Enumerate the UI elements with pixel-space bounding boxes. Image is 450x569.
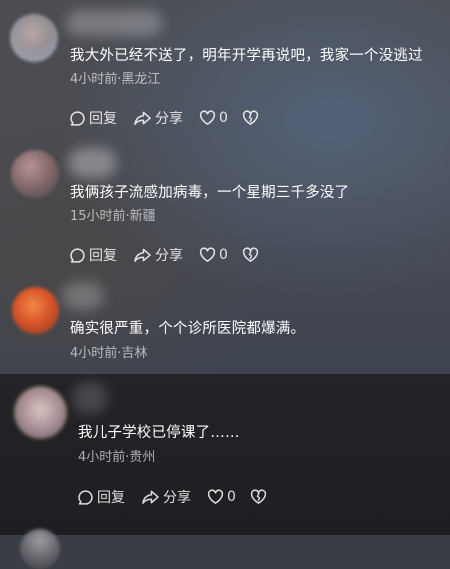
share-label: 分享 bbox=[163, 490, 191, 506]
username-blurred[interactable] bbox=[72, 382, 108, 414]
dislike-button[interactable] bbox=[242, 247, 259, 263]
comment-actions: 回复 分享 0 bbox=[69, 245, 275, 265]
like-count: 0 bbox=[219, 247, 228, 263]
reply-bubble-icon bbox=[70, 247, 85, 263]
like-count: 0 bbox=[227, 489, 236, 505]
comment-meta: 15小时前·新疆 bbox=[70, 209, 156, 224]
broken-heart-icon bbox=[242, 110, 259, 125]
reply-label: 回复 bbox=[89, 248, 117, 264]
reply-button[interactable]: 回复 bbox=[77, 487, 125, 507]
share-button[interactable]: 分享 bbox=[133, 245, 183, 265]
comment-text: 确实很严重，个个诊所医院都爆满。 bbox=[70, 321, 306, 337]
dislike-button[interactable] bbox=[242, 110, 259, 126]
reply-label: 回复 bbox=[89, 111, 117, 127]
share-arrow-icon bbox=[134, 111, 151, 125]
comment-meta: 4小时前·贵州 bbox=[78, 450, 156, 465]
heart-icon bbox=[199, 247, 216, 262]
share-button[interactable]: 分享 bbox=[141, 487, 191, 507]
reply-button[interactable]: 回复 bbox=[69, 245, 117, 265]
avatar[interactable] bbox=[15, 387, 66, 438]
share-label: 分享 bbox=[155, 111, 183, 127]
comments-background-dark bbox=[0, 374, 450, 535]
reply-label: 回复 bbox=[97, 490, 125, 506]
broken-heart-icon bbox=[242, 247, 259, 262]
broken-heart-icon bbox=[250, 489, 267, 504]
comment-text: 我儿子学校已停课了…… bbox=[78, 425, 240, 441]
heart-icon bbox=[207, 489, 224, 504]
share-arrow-icon bbox=[142, 490, 159, 504]
avatar[interactable] bbox=[10, 14, 58, 62]
dislike-button[interactable] bbox=[250, 489, 267, 505]
reply-button[interactable]: 回复 bbox=[69, 108, 117, 128]
like-button[interactable]: 0 bbox=[199, 110, 228, 126]
share-arrow-icon bbox=[134, 248, 151, 262]
reply-bubble-icon bbox=[78, 489, 93, 505]
like-button[interactable]: 0 bbox=[207, 489, 236, 505]
comment-text: 我俩孩子流感加病毒，一个星期三千多没了 bbox=[70, 185, 350, 201]
heart-icon bbox=[199, 110, 216, 125]
avatar[interactable] bbox=[12, 287, 59, 334]
share-button[interactable]: 分享 bbox=[133, 108, 183, 128]
username-blurred[interactable] bbox=[62, 282, 104, 310]
comment-actions: 回复 分享 0 bbox=[77, 487, 283, 507]
comment-meta: 4小时前·吉林 bbox=[70, 346, 148, 361]
like-button[interactable]: 0 bbox=[199, 247, 228, 263]
comment-meta: 4小时前·黑龙江 bbox=[70, 72, 161, 87]
reply-bubble-icon bbox=[70, 110, 85, 126]
username-blurred[interactable] bbox=[68, 148, 116, 178]
share-label: 分享 bbox=[155, 248, 183, 264]
like-count: 0 bbox=[219, 110, 228, 126]
comment-actions: 回复 分享 0 bbox=[69, 108, 275, 128]
avatar[interactable] bbox=[11, 150, 59, 198]
avatar[interactable] bbox=[20, 529, 60, 569]
comment-text: 我大外已经不送了，明年开学再说吧，我家一个没逃过 bbox=[70, 48, 423, 64]
username-blurred[interactable] bbox=[66, 10, 162, 36]
